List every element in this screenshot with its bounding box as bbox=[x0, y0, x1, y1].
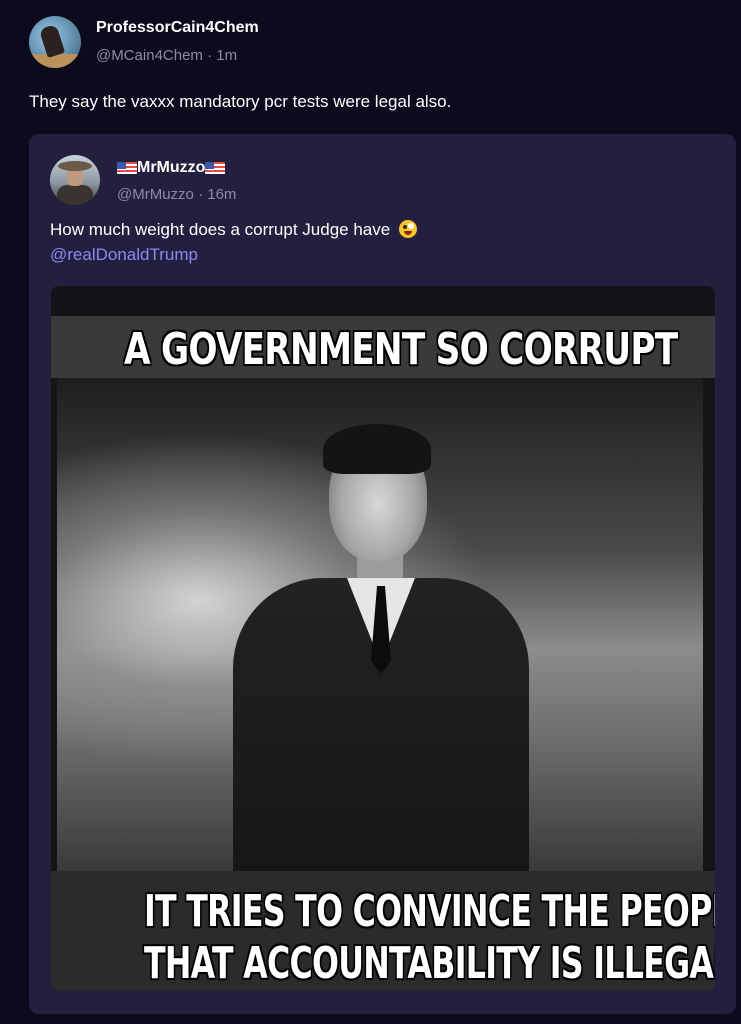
post: ProfessorCain4Chem @MCain4Chem · 1m They… bbox=[0, 0, 741, 1024]
author-display-name[interactable]: ProfessorCain4Chem bbox=[96, 19, 259, 37]
quoted-post-text: How much weight does a corrupt Judge hav… bbox=[50, 220, 391, 239]
mention-link[interactable]: @realDonaldTrump bbox=[50, 245, 198, 265]
quoted-author-name-text: MrMuzzo bbox=[137, 159, 206, 176]
avatar-ground bbox=[29, 54, 81, 68]
avatar-hat bbox=[58, 161, 92, 171]
man-hair bbox=[323, 424, 431, 474]
author-avatar[interactable] bbox=[29, 16, 81, 68]
post-text: They say the vaxxx mandatory pcr tests w… bbox=[29, 92, 452, 111]
meme-image[interactable]: A GOVERNMENT SO CORRUPT IT TRIES TO CONV… bbox=[51, 286, 715, 991]
author-handle[interactable]: @MCain4Chem · 1m bbox=[96, 47, 237, 64]
meme-photo bbox=[57, 378, 703, 878]
quoted-author-handle[interactable]: @MrMuzzo · 16m bbox=[117, 186, 236, 203]
us-flag-icon bbox=[117, 162, 137, 174]
quoted-post-text-line: How much weight does a corrupt Judge hav… bbox=[50, 220, 417, 240]
avatar-body bbox=[57, 185, 93, 205]
avatar-figure bbox=[38, 23, 66, 59]
meme-caption-bottom-line2: THAT ACCOUNTABILITY IS ILLEGAL bbox=[143, 938, 715, 989]
quoted-author-avatar[interactable] bbox=[50, 155, 100, 205]
us-flag-icon bbox=[205, 162, 226, 174]
meme-top-bar bbox=[51, 286, 715, 316]
quoted-post-card[interactable]: MrMuzzo @MrMuzzo · 16m How much weight d… bbox=[29, 134, 736, 1014]
meme-caption-bottom-line1: IT TRIES TO CONVINCE THE PEOPLE bbox=[143, 886, 715, 937]
quoted-author-display-name[interactable]: MrMuzzo bbox=[117, 159, 226, 177]
meme-caption-top: A GOVERNMENT SO CORRUPT bbox=[124, 324, 678, 375]
zany-face-emoji-icon bbox=[398, 220, 417, 238]
